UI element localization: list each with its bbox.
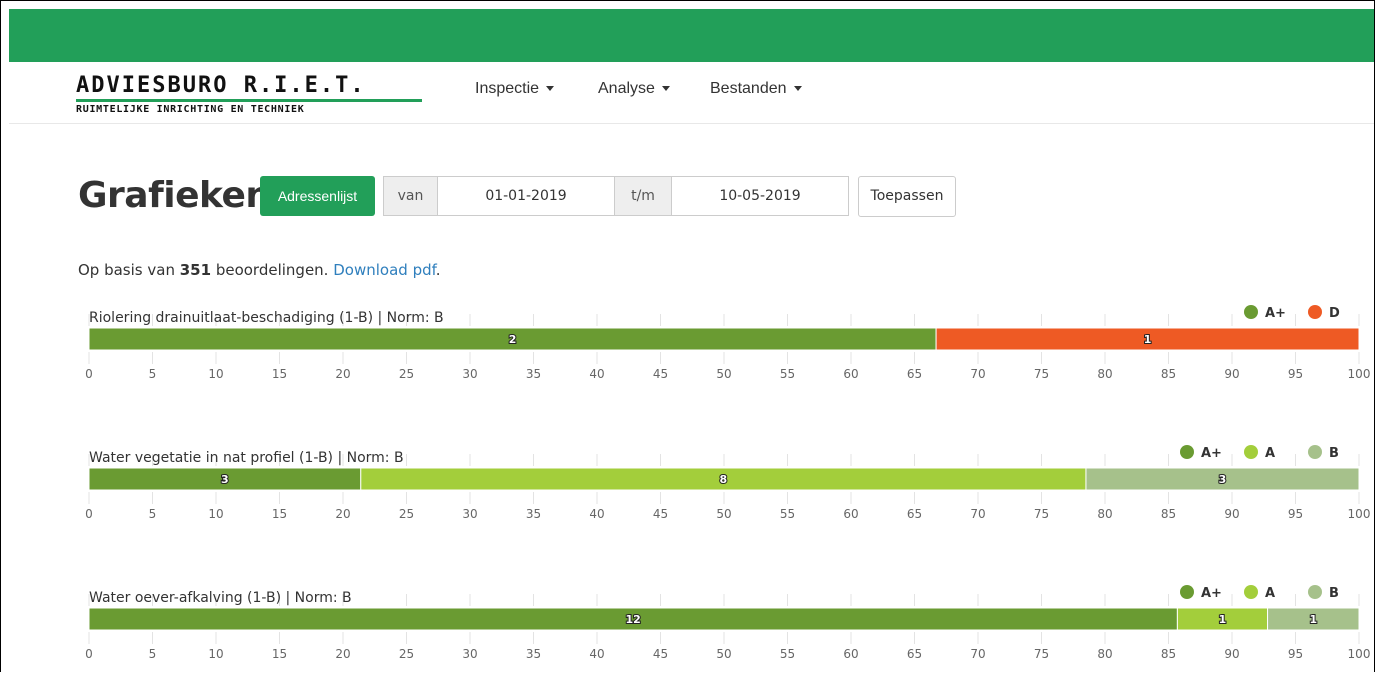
tick-label: 45 — [653, 367, 668, 381]
legend-label: A+ — [1265, 306, 1286, 321]
tick-label: 75 — [1034, 507, 1049, 521]
tick-label: 60 — [843, 367, 858, 381]
legend-label: A — [1265, 446, 1275, 461]
legend-marker — [1244, 445, 1258, 459]
tick-label: 65 — [907, 647, 922, 661]
chart-title: Water oever-afkalving (1-B) | Norm: B — [89, 590, 352, 606]
tick-label: 10 — [208, 367, 223, 381]
legend-label: B — [1329, 586, 1339, 601]
tick-label: 45 — [653, 647, 668, 661]
chart-title: Riolering drainuitlaat-beschadiging (1-B… — [89, 310, 444, 326]
tick-label: 20 — [335, 507, 350, 521]
tick-label: 15 — [272, 507, 287, 521]
tick-label: 60 — [843, 647, 858, 661]
tick-label: 5 — [149, 647, 157, 661]
tick-label: 90 — [1224, 647, 1239, 661]
tick-label: 0 — [85, 507, 93, 521]
tick-label: 100 — [1348, 367, 1371, 381]
tick-label: 55 — [780, 647, 795, 661]
tick-label: 50 — [716, 647, 731, 661]
tick-label: 35 — [526, 507, 541, 521]
tick-label: 50 — [716, 507, 731, 521]
tick-label: 50 — [716, 367, 731, 381]
tick-label: 20 — [335, 647, 350, 661]
legend-marker — [1180, 585, 1194, 599]
data-label: 1 — [1309, 613, 1317, 626]
data-label: 3 — [1219, 473, 1227, 486]
tick-label: 95 — [1288, 647, 1303, 661]
tick-label: 60 — [843, 507, 858, 521]
tick-label: 85 — [1161, 367, 1176, 381]
data-label: 3 — [221, 473, 229, 486]
tick-label: 90 — [1224, 507, 1239, 521]
tick-label: 45 — [653, 507, 668, 521]
legend-label: D — [1329, 306, 1340, 321]
tick-label: 80 — [1097, 647, 1112, 661]
tick-label: 15 — [272, 647, 287, 661]
legend-marker — [1244, 585, 1258, 599]
tick-label: 55 — [780, 507, 795, 521]
tick-label: 95 — [1288, 367, 1303, 381]
tick-label: 30 — [462, 507, 477, 521]
data-label: 2 — [509, 333, 517, 346]
tick-label: 40 — [589, 367, 604, 381]
legend-label: B — [1329, 446, 1339, 461]
tick-label: 20 — [335, 367, 350, 381]
tick-label: 25 — [399, 367, 414, 381]
tick-label: 85 — [1161, 507, 1176, 521]
tick-label: 0 — [85, 367, 93, 381]
tick-label: 80 — [1097, 367, 1112, 381]
tick-label: 30 — [462, 367, 477, 381]
tick-label: 10 — [208, 647, 223, 661]
tick-label: 25 — [399, 507, 414, 521]
legend-marker — [1180, 445, 1194, 459]
tick-label: 65 — [907, 507, 922, 521]
chart-title: Water vegetatie in nat profiel (1-B) | N… — [89, 450, 404, 466]
tick-label: 70 — [970, 507, 985, 521]
tick-label: 5 — [149, 367, 157, 381]
legend-marker — [1308, 445, 1322, 459]
legend-marker — [1308, 585, 1322, 599]
tick-label: 80 — [1097, 507, 1112, 521]
tick-label: 55 — [780, 367, 795, 381]
tick-label: 10 — [208, 507, 223, 521]
tick-label: 40 — [589, 507, 604, 521]
tick-label: 0 — [85, 647, 93, 661]
tick-label: 75 — [1034, 647, 1049, 661]
legend-label: A+ — [1201, 446, 1222, 461]
data-label: 8 — [720, 473, 728, 486]
tick-label: 35 — [526, 367, 541, 381]
data-label: 1 — [1219, 613, 1227, 626]
tick-label: 15 — [272, 367, 287, 381]
tick-label: 35 — [526, 647, 541, 661]
tick-label: 75 — [1034, 367, 1049, 381]
tick-label: 25 — [399, 647, 414, 661]
legend-label: A — [1265, 586, 1275, 601]
tick-label: 70 — [970, 647, 985, 661]
legend-marker — [1308, 305, 1322, 319]
tick-label: 90 — [1224, 367, 1239, 381]
charts-area: Riolering drainuitlaat-beschadiging (1-B… — [85, 305, 1371, 661]
tick-label: 100 — [1348, 507, 1371, 521]
legend-label: A+ — [1201, 586, 1222, 601]
data-label: 1 — [1144, 333, 1152, 346]
tick-label: 100 — [1348, 647, 1371, 661]
tick-label: 65 — [907, 367, 922, 381]
tick-label: 85 — [1161, 647, 1176, 661]
legend-marker — [1244, 305, 1258, 319]
tick-label: 5 — [149, 507, 157, 521]
tick-label: 30 — [462, 647, 477, 661]
tick-label: 70 — [970, 367, 985, 381]
data-label: 12 — [626, 613, 641, 626]
tick-label: 40 — [589, 647, 604, 661]
tick-label: 95 — [1288, 507, 1303, 521]
